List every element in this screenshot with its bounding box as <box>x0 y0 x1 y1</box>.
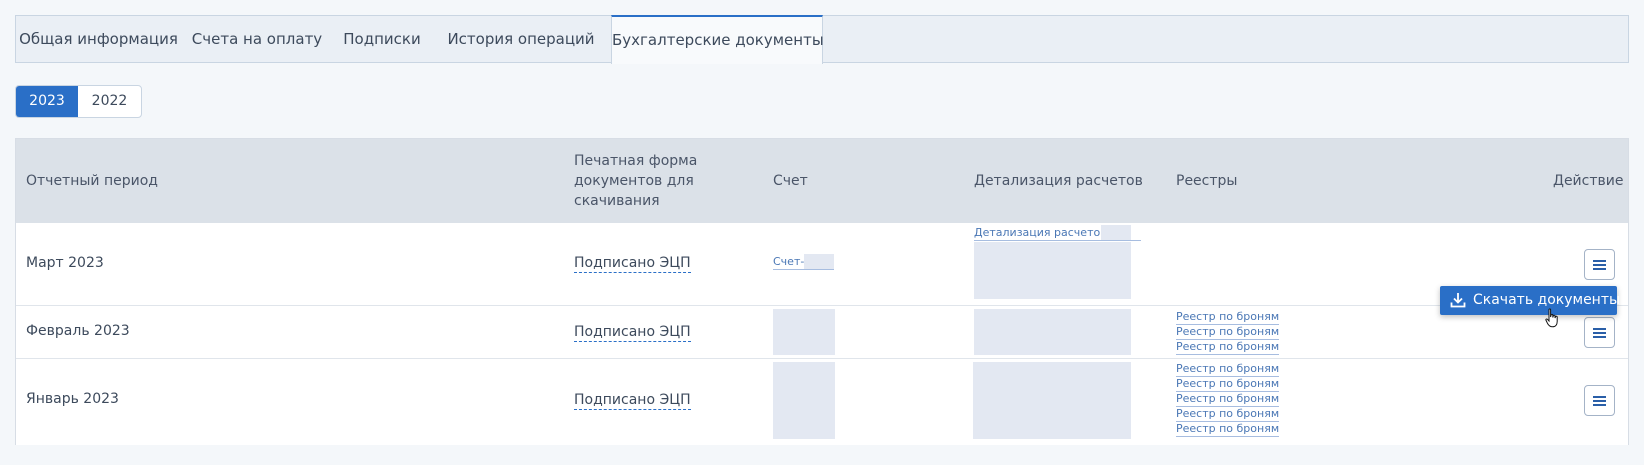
table-row: Январь 2023 Подписано ЭЦП Реестр по брон… <box>16 358 1628 445</box>
download-documents-label: Скачать документы <box>1473 292 1621 308</box>
hamburger-menu-icon <box>1593 332 1606 334</box>
download-icon <box>1450 293 1466 308</box>
registry-link[interactable]: Реестр по броням <box>1176 340 1280 355</box>
registry-link[interactable]: Реестр по броням <box>1176 377 1280 392</box>
header-action: Действие <box>1553 173 1624 189</box>
table-row: Март 2023 Подписано ЭЦП Счет- Детализаци… <box>16 223 1628 305</box>
redacted-invoice-block <box>773 362 835 439</box>
documents-table: Отчетный период Печатная форма документо… <box>15 138 1629 445</box>
period-cell: Март 2023 <box>26 255 104 271</box>
signed-eds-link[interactable]: Подписано ЭЦП <box>574 391 691 410</box>
year-2023-button[interactable]: 2023 <box>16 86 78 117</box>
hand-pointer-cursor-icon <box>1545 308 1558 328</box>
tab-subscriptions[interactable]: Подписки <box>333 16 431 62</box>
tab-operations-history[interactable]: История операций <box>431 16 611 62</box>
header-invoice: Счет <box>773 173 808 189</box>
registry-link[interactable]: Реестр по броням <box>1176 310 1280 325</box>
registry-link[interactable]: Реестр по броням <box>1176 422 1280 437</box>
period-cell: Январь 2023 <box>26 391 119 407</box>
period-cell: Февраль 2023 <box>26 323 130 339</box>
hamburger-menu-icon <box>1593 396 1606 398</box>
row-actions-menu-button[interactable] <box>1584 317 1615 348</box>
header-registries: Реестры <box>1176 173 1238 189</box>
hamburger-menu-icon <box>1593 264 1606 266</box>
download-documents-menu-item[interactable]: Скачать документы <box>1440 286 1621 315</box>
signed-eds-link[interactable]: Подписано ЭЦП <box>574 254 691 273</box>
redacted-details-block <box>974 309 1131 355</box>
row-actions-menu-button[interactable] <box>1584 249 1615 280</box>
redacted-invoice-block <box>773 309 835 355</box>
registry-link[interactable]: Реестр по броням <box>1176 362 1280 377</box>
redacted-invoice-number <box>804 254 834 269</box>
table-row: Февраль 2023 Подписано ЭЦП Реестр по бро… <box>16 305 1628 359</box>
hamburger-menu-icon <box>1593 328 1606 330</box>
redacted-details-block <box>973 362 1131 439</box>
registry-link[interactable]: Реестр по броням <box>1176 392 1280 407</box>
registry-link[interactable]: Реестр по броням <box>1176 325 1280 340</box>
hamburger-menu-icon <box>1593 260 1606 262</box>
invoice-link-label: Счет- <box>773 255 805 268</box>
row-actions-menu-button[interactable] <box>1584 385 1615 416</box>
year-2022-button[interactable]: 2022 <box>78 86 141 117</box>
registry-link[interactable]: Реестр по броням <box>1176 407 1280 422</box>
hamburger-menu-icon <box>1593 404 1606 406</box>
header-period: Отчетный период <box>26 173 158 189</box>
table-header: Отчетный период Печатная форма документо… <box>16 139 1628 223</box>
redacted-details-number <box>1101 225 1131 240</box>
hamburger-menu-icon <box>1593 268 1606 270</box>
tab-invoices[interactable]: Счета на оплату <box>181 16 333 62</box>
signed-eds-link[interactable]: Подписано ЭЦП <box>574 323 691 342</box>
header-details: Детализация расчетов <box>974 173 1143 189</box>
hamburger-menu-icon <box>1593 336 1606 338</box>
hamburger-menu-icon <box>1593 400 1606 402</box>
details-link-label: Детализация расчетов- <box>974 226 1111 239</box>
tab-general-info[interactable]: Общая информация <box>16 16 181 62</box>
year-toggle: 2023 2022 <box>15 85 142 118</box>
header-print-form: Печатная форма документов для скачивания <box>574 153 698 209</box>
redacted-details-block <box>974 242 1131 299</box>
tab-bar: Общая информация Счета на оплату Подписк… <box>15 15 1629 64</box>
tab-accounting-documents[interactable]: Бухгалтерские документы <box>611 15 824 64</box>
